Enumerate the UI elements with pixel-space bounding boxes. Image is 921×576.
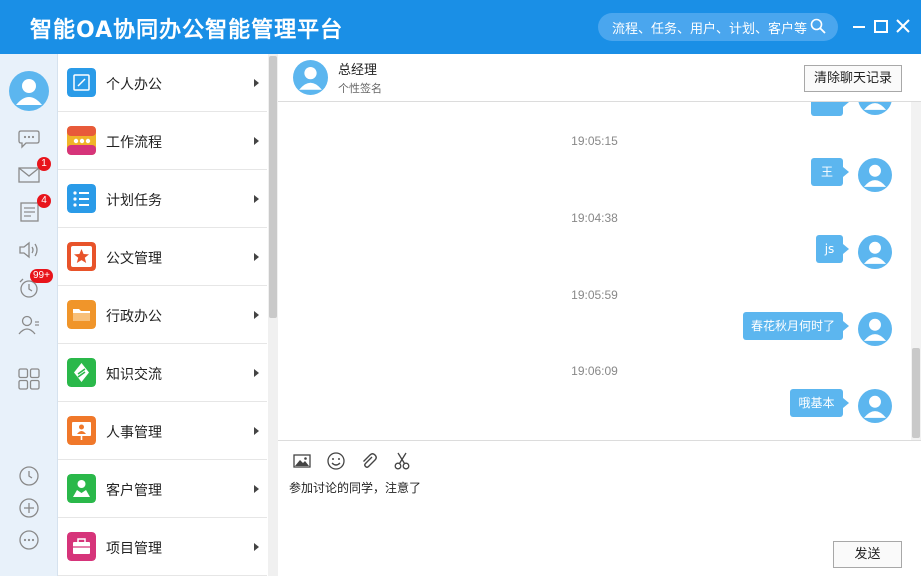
menu-item-label: 人事管理 — [106, 425, 162, 441]
hr-icon — [67, 416, 96, 445]
history-clock-icon[interactable] — [17, 464, 41, 488]
message-bubble: js — [816, 235, 849, 263]
add-icon[interactable] — [17, 496, 41, 520]
menu-item-label: 个人办公 — [106, 77, 162, 93]
sender-avatar — [858, 158, 892, 192]
contacts-icon[interactable] — [17, 313, 41, 337]
attachment-icon[interactable] — [359, 451, 379, 471]
sender-avatar — [858, 312, 892, 346]
user-avatar[interactable] — [9, 71, 49, 111]
menu-item-label: 公文管理 — [106, 251, 162, 267]
user-icon — [299, 67, 322, 90]
chevron-right-icon — [254, 543, 259, 551]
maximize-icon[interactable] — [872, 17, 890, 35]
close-icon[interactable] — [894, 17, 912, 35]
message-scrollbar-thumb[interactable] — [912, 348, 920, 438]
chevron-right-icon — [254, 253, 259, 261]
sender-avatar — [858, 235, 892, 269]
menu-item-plan-tasks[interactable]: 计划任务 — [58, 170, 267, 228]
minimize-icon[interactable] — [850, 17, 868, 35]
folder-icon — [67, 300, 96, 329]
message-timestamp: 19:05:15 — [571, 134, 618, 148]
menu-item-label: 行政办公 — [106, 309, 162, 325]
contact-name: 总经理 — [338, 63, 378, 78]
send-button[interactable]: 发送 — [833, 541, 902, 568]
list-icon — [67, 184, 96, 213]
menu-item-customers[interactable]: 客户管理 — [58, 460, 267, 518]
module-menu: 个人办公 工作流程 计划任务 公文管理 行政办公 知识交流 人事管理 客户管理 … — [58, 54, 267, 576]
message-scrollbar[interactable] — [911, 102, 921, 440]
message-bubble: 哦基本 — [790, 389, 849, 417]
workflow-icon — [67, 126, 96, 155]
user-icon — [863, 164, 887, 187]
message-input[interactable]: 参加讨论的同学，注意了 — [289, 479, 421, 496]
user-icon — [863, 241, 887, 264]
speaker-icon[interactable] — [17, 238, 41, 262]
menu-item-hr[interactable]: 人事管理 — [58, 402, 267, 460]
chevron-right-icon — [254, 485, 259, 493]
menu-item-label: 项目管理 — [106, 541, 162, 557]
chevron-right-icon — [254, 369, 259, 377]
chevron-right-icon — [254, 137, 259, 145]
customer-icon — [67, 474, 96, 503]
message-bubble-partial — [811, 102, 849, 116]
message-timestamp: 19:06:09 — [571, 364, 618, 378]
menu-item-label: 知识交流 — [106, 367, 162, 383]
chevron-right-icon — [254, 427, 259, 435]
sender-avatar — [858, 102, 892, 115]
search-icon[interactable] — [810, 18, 826, 34]
news-badge: 4 — [37, 194, 51, 208]
search-placeholder: 流程、任务、用户、计划、客户等 — [612, 22, 808, 37]
image-icon[interactable] — [292, 451, 312, 471]
menu-item-projects[interactable]: 项目管理 — [58, 518, 267, 576]
star-icon — [67, 242, 96, 271]
message-timestamp: 19:05:59 — [571, 288, 618, 302]
chevron-right-icon — [254, 79, 259, 87]
menu-item-label: 工作流程 — [106, 135, 162, 151]
contact-signature: 个性签名 — [338, 82, 382, 95]
search-input[interactable]: 流程、任务、用户、计划、客户等 — [598, 13, 838, 41]
user-icon — [863, 395, 887, 418]
menu-item-administration[interactable]: 行政办公 — [58, 286, 267, 344]
menu-item-workflow[interactable]: 工作流程 — [58, 112, 267, 170]
title-bar: 智能OA协同办公智能管理平台 流程、任务、用户、计划、客户等 — [0, 0, 921, 54]
icon-rail: 1 4 99+ — [0, 54, 58, 576]
message-bubble: 春花秋月何时了 — [743, 312, 849, 340]
chat-header: 总经理 个性签名 清除聊天记录 — [278, 54, 921, 102]
edit-icon — [67, 68, 96, 97]
reminder-badge: 99+ — [30, 269, 53, 283]
chevron-right-icon — [254, 195, 259, 203]
contact-avatar[interactable] — [293, 60, 328, 95]
clear-history-button[interactable]: 清除聊天记录 — [804, 65, 902, 92]
menu-item-documents[interactable]: 公文管理 — [58, 228, 267, 286]
sender-avatar — [858, 389, 892, 423]
menu-scrollbar-thumb[interactable] — [269, 56, 277, 318]
user-icon — [863, 103, 887, 110]
scissors-icon[interactable] — [392, 451, 412, 471]
chevron-right-icon — [254, 311, 259, 319]
composer: 参加讨论的同学，注意了 发送 — [278, 440, 921, 576]
app-title: 智能OA协同办公智能管理平台 — [30, 18, 344, 43]
message-bubble: 王 — [811, 158, 849, 186]
user-icon — [863, 318, 887, 341]
apps-grid-icon[interactable] — [17, 367, 41, 391]
menu-item-label: 计划任务 — [106, 193, 162, 209]
emoji-icon[interactable] — [326, 451, 346, 471]
message-timestamp: 19:04:38 — [571, 211, 618, 225]
more-icon[interactable] — [17, 528, 41, 552]
message-list: 19:05:15 王 19:04:38 js 19:05:59 春花秋月何时了 … — [278, 102, 911, 440]
knowledge-icon — [67, 358, 96, 387]
menu-item-personal-office[interactable]: 个人办公 — [58, 54, 267, 112]
user-icon — [16, 79, 42, 105]
briefcase-icon — [67, 532, 96, 561]
menu-item-label: 客户管理 — [106, 483, 162, 499]
menu-scrollbar[interactable] — [268, 54, 278, 576]
mail-badge: 1 — [37, 157, 51, 171]
menu-item-knowledge[interactable]: 知识交流 — [58, 344, 267, 402]
chat-bubble-icon[interactable] — [17, 126, 41, 150]
